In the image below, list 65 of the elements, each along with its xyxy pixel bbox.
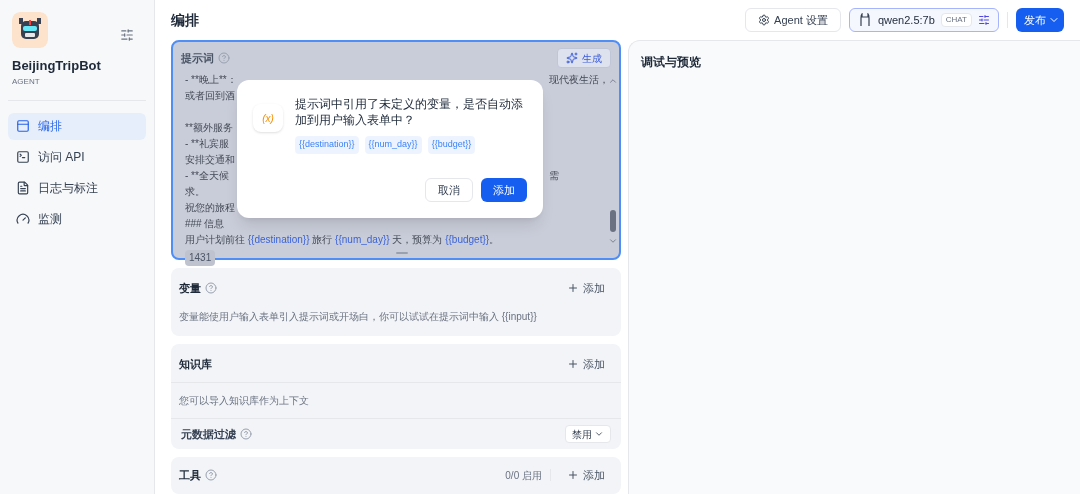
dialog-message: 提示词中引用了未定义的变量，是否自动添加到用户输入表单中？ bbox=[295, 96, 524, 128]
publish-button[interactable]: 发布 bbox=[1016, 8, 1064, 32]
scroll-up-icon[interactable] bbox=[608, 76, 618, 86]
terminal-icon bbox=[16, 150, 30, 164]
help-icon bbox=[205, 282, 217, 295]
section-title: 知识库 bbox=[179, 356, 212, 372]
layout-icon bbox=[16, 119, 30, 133]
document-icon bbox=[16, 181, 30, 195]
model-name: qwen2.5:7b bbox=[877, 12, 935, 28]
prompt-line: 祝您的旅程 bbox=[185, 202, 235, 213]
prompt-title: 提示词 bbox=[181, 50, 214, 66]
prompt-line: ### 信息 bbox=[185, 218, 225, 229]
filter-label: 元数据过滤 bbox=[181, 426, 236, 442]
variable-tag: {{num_day}} bbox=[364, 136, 422, 154]
prompt-line: 安排交通和 bbox=[185, 154, 235, 165]
model-selector[interactable]: qwen2.5:7b CHAT bbox=[848, 8, 999, 32]
character-count: 1431 bbox=[185, 250, 216, 266]
section-description: 您可以导入知识库作为上下文 bbox=[171, 383, 621, 419]
prompt-line: - **晚上**： bbox=[185, 74, 237, 85]
add-button[interactable]: 添加 bbox=[559, 351, 613, 376]
tools-status: 0/0 启用 bbox=[505, 468, 542, 483]
prompt-line: 或者回到酒 bbox=[185, 90, 235, 101]
section-title: 变量 bbox=[179, 281, 201, 296]
app-name: BeijingTripBot bbox=[11, 57, 102, 75]
page-title: 编排 bbox=[171, 10, 200, 30]
robot-avatar-icon bbox=[12, 12, 48, 48]
add-confirm-button[interactable]: 添加 bbox=[481, 178, 527, 202]
sparkle-icon bbox=[566, 52, 578, 64]
settings-toggle-icon[interactable] bbox=[120, 28, 134, 42]
scroll-down-icon[interactable] bbox=[608, 236, 618, 246]
generate-button[interactable]: 生成 bbox=[557, 48, 611, 68]
prompt-line: 现代夜生活， bbox=[549, 73, 609, 87]
nav-item[interactable]: 监测 bbox=[8, 205, 146, 233]
variable-tag: {{destination}} bbox=[295, 136, 359, 154]
app-type: AGENT bbox=[11, 75, 41, 88]
model-mode-tag: CHAT bbox=[940, 13, 972, 27]
filter-select[interactable]: 禁用 bbox=[565, 425, 611, 443]
cancel-button[interactable]: 取消 bbox=[425, 178, 473, 202]
add-button[interactable]: 添加 bbox=[559, 463, 613, 488]
prompt-line: 需 bbox=[549, 169, 559, 183]
section-title: 工具 bbox=[179, 468, 201, 483]
agent-settings-button[interactable]: Agent 设置 bbox=[745, 8, 841, 32]
help-icon bbox=[218, 52, 230, 64]
plus-icon bbox=[567, 282, 579, 295]
plus-icon bbox=[567, 357, 579, 370]
model-params-icon bbox=[978, 14, 990, 26]
section-description: 变量能使用户输入表单引入提示词或开场白，你可以试试在提示词中输入 {{input}} bbox=[179, 309, 538, 324]
settings-icon bbox=[758, 14, 771, 26]
help-icon bbox=[240, 428, 252, 440]
prompt-line: 求。 bbox=[185, 186, 205, 197]
gauge-icon bbox=[16, 212, 30, 226]
help-icon bbox=[205, 469, 217, 482]
nav-item[interactable]: 访问 API bbox=[8, 143, 146, 171]
chevron-down-icon bbox=[594, 429, 604, 439]
prompt-line: 用户计划前往 {{destination}} 旅行 {{num_day}} 天，预算为 {{budget}}。 bbox=[185, 233, 501, 247]
nav-item[interactable]: 日志与标注 bbox=[8, 174, 146, 202]
prompt-line: **额外服务 bbox=[185, 122, 233, 133]
nav-item[interactable]: 编排 bbox=[8, 112, 146, 140]
prompt-line: - **全天候 bbox=[185, 170, 229, 181]
plus-icon bbox=[567, 469, 579, 482]
preview-title: 调试与预览 bbox=[641, 54, 702, 71]
prompt-line: - **礼宾服 bbox=[185, 138, 229, 149]
variable-tag: {{budget}} bbox=[427, 136, 476, 154]
add-button[interactable]: 添加 bbox=[559, 276, 613, 301]
scrollbar-thumb[interactable] bbox=[610, 210, 616, 232]
